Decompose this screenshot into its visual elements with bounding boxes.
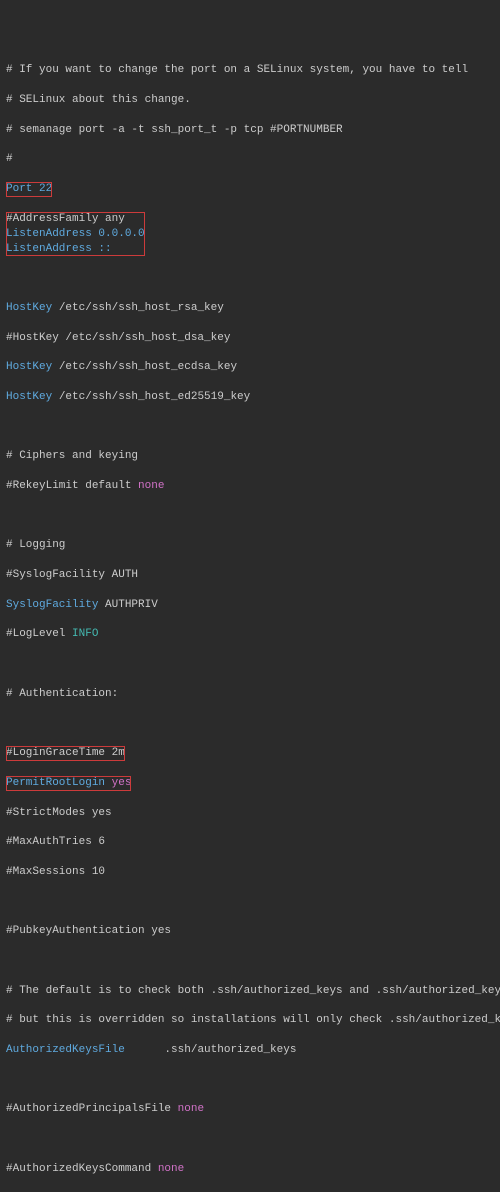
- logingracetime-line: #LoginGraceTime 2m: [6, 746, 494, 761]
- addressfamily-comment: #AddressFamily any: [6, 213, 125, 225]
- hostkey-ed25519-line: HostKey /etc/ssh/ssh_host_ed25519_key: [6, 390, 494, 405]
- pubkeyauth-line: #PubkeyAuthentication yes: [6, 924, 494, 939]
- authorizedprincipalsfile-key: #AuthorizedPrincipalsFile: [6, 1103, 178, 1115]
- blank-line: [6, 657, 494, 672]
- blank-line: [6, 509, 494, 524]
- authorizedprincipalsfile-line: #AuthorizedPrincipalsFile none: [6, 1102, 494, 1117]
- comment-line: # semanage port -a -t ssh_port_t -p tcp …: [6, 123, 494, 138]
- hostkey-keyword: HostKey: [6, 302, 52, 314]
- blank-line: [6, 271, 494, 286]
- blank-line: [6, 717, 494, 732]
- logingracetime-comment: #LoginGraceTime 2m: [6, 747, 125, 759]
- addressfamily-line: #AddressFamily any ListenAddress 0.0.0.0…: [6, 212, 494, 257]
- rekeylimit-none: none: [138, 480, 164, 492]
- maxauthtries-line: #MaxAuthTries 6: [6, 835, 494, 850]
- logging-header: # Logging: [6, 538, 494, 553]
- listenaddress-v6: ListenAddress ::: [6, 243, 112, 255]
- permitrootlogin-key: PermitRootLogin: [6, 777, 105, 789]
- blank-line: [6, 1132, 494, 1147]
- permitrootlogin-line: PermitRootLogin yes: [6, 776, 494, 791]
- hostkey-dsa-line: #HostKey /etc/ssh/ssh_host_dsa_key: [6, 331, 494, 346]
- port-directive: Port 22: [6, 183, 52, 195]
- hostkey-ecdsa-line: HostKey /etc/ssh/ssh_host_ecdsa_key: [6, 360, 494, 375]
- permitrootlogin-yes: yes: [105, 777, 131, 789]
- port-line: Port 22: [6, 182, 494, 197]
- comment-line: # SELinux about this change.: [6, 93, 494, 108]
- hostkey-ed25519-path: /etc/ssh/ssh_host_ed25519_key: [52, 391, 250, 403]
- authorizedkeysfile-keyword: AuthorizedKeysFile: [6, 1044, 125, 1056]
- hostkey-keyword: HostKey: [6, 391, 52, 403]
- authorizedprincipalsfile-none: none: [178, 1103, 204, 1115]
- ciphers-header: # Ciphers and keying: [6, 449, 494, 464]
- listenaddress-v4: ListenAddress 0.0.0.0: [6, 228, 145, 240]
- hostkey-ecdsa-path: /etc/ssh/ssh_host_ecdsa_key: [52, 361, 237, 373]
- authorizedkeyscommand-none: none: [158, 1163, 184, 1175]
- blank-line: [6, 954, 494, 969]
- loglevel-info: INFO: [72, 628, 98, 640]
- authorizedkeyscommand-key: #AuthorizedKeysCommand: [6, 1163, 158, 1175]
- hostkey-rsa-line: HostKey /etc/ssh/ssh_host_rsa_key: [6, 301, 494, 316]
- authentication-header: # Authentication:: [6, 687, 494, 702]
- blank-line: [6, 1073, 494, 1088]
- hostkey-rsa-path: /etc/ssh/ssh_host_rsa_key: [52, 302, 224, 314]
- loglevel-key: #LogLevel: [6, 628, 72, 640]
- authorizedkeyscommand-line: #AuthorizedKeysCommand none: [6, 1162, 494, 1177]
- syslogfacility-keyword: SyslogFacility: [6, 599, 98, 611]
- rekeylimit-key: #RekeyLimit: [6, 480, 79, 492]
- comment-line: #: [6, 152, 494, 167]
- blank-line: [6, 895, 494, 910]
- authorizedkeysfile-line: AuthorizedKeysFile .ssh/authorized_keys: [6, 1043, 494, 1058]
- loglevel-line: #LogLevel INFO: [6, 627, 494, 642]
- strictmodes-line: #StrictModes yes: [6, 806, 494, 821]
- blank-line: [6, 420, 494, 435]
- maxsessions-line: #MaxSessions 10: [6, 865, 494, 880]
- syslogfacility-authpriv-line: SyslogFacility AUTHPRIV: [6, 598, 494, 613]
- authorizedkeysfile-value: .ssh/authorized_keys: [125, 1044, 297, 1056]
- rekeylimit-line: #RekeyLimit default none: [6, 479, 494, 494]
- syslogfacility-value: AUTHPRIV: [98, 599, 157, 611]
- comment-line: # The default is to check both .ssh/auth…: [6, 984, 494, 999]
- rekeylimit-default: default: [79, 480, 138, 492]
- syslogfacility-auth-line: #SyslogFacility AUTH: [6, 568, 494, 583]
- comment-line: # If you want to change the port on a SE…: [6, 63, 494, 78]
- hostkey-keyword: HostKey: [6, 361, 52, 373]
- comment-line: # but this is overridden so installation…: [6, 1013, 494, 1028]
